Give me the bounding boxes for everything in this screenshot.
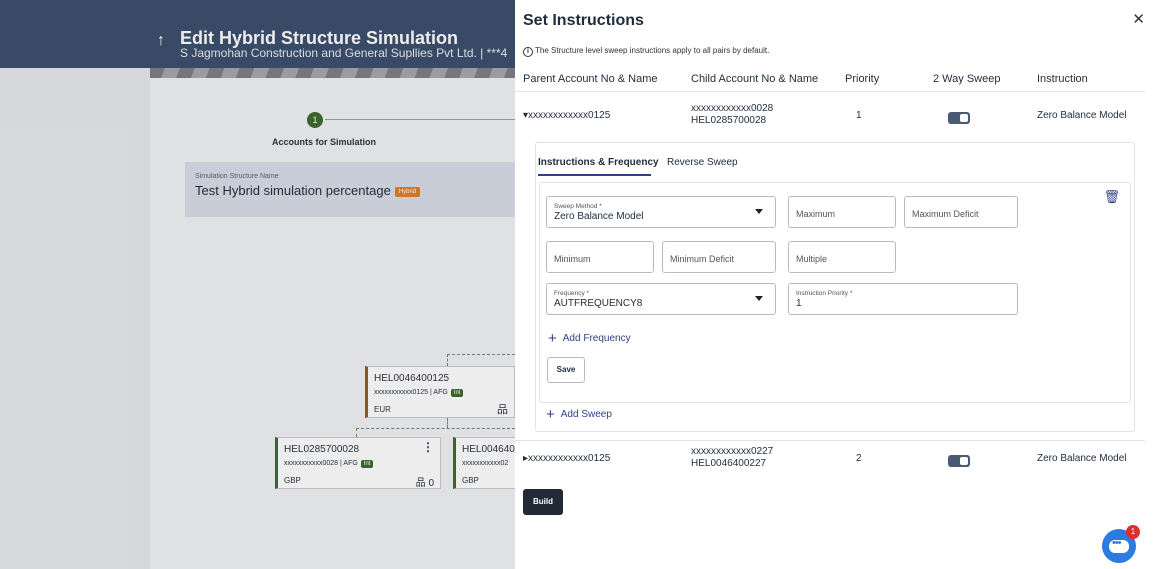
two-way-sweep-toggle[interactable] — [948, 112, 970, 124]
close-icon[interactable]: ✕ — [1132, 10, 1145, 28]
table-row[interactable]: ▸ xxxxxxxxxxxx0125 xxxxxxxxxxxx0227 HEL0… — [515, 440, 1145, 476]
chat-icon[interactable]: 1 — [1102, 525, 1140, 563]
info-message: i The Structure level sweep instructions … — [523, 46, 769, 57]
priority-value: 2 — [856, 453, 862, 464]
sweep-form: 🗑 Sweep Method * Zero Balance Model Maxi… — [539, 182, 1131, 403]
background-page: ↑ Edit Hybrid Structure Simulation S Jag… — [0, 0, 515, 569]
maximum-deficit-field[interactable]: Maximum Deficit — [904, 196, 1018, 228]
instruction-value: Zero Balance Model — [1037, 453, 1127, 464]
child-name: HEL0285700028 — [691, 115, 767, 126]
chevron-down-icon — [755, 296, 763, 301]
multiple-field[interactable]: Multiple — [788, 241, 896, 273]
info-icon: i — [523, 47, 533, 57]
expand-toggle[interactable]: ▾ xxxxxxxxxxxx0125 — [523, 110, 610, 121]
maximum-field[interactable]: Maximum — [788, 196, 896, 228]
two-way-sweep-toggle[interactable] — [948, 455, 970, 467]
set-instructions-panel: Set Instructions ✕ i The Structure level … — [515, 0, 1153, 569]
delete-icon[interactable]: 🗑 — [1103, 189, 1120, 205]
tab-instructions-frequency[interactable]: Instructions & Frequency — [538, 157, 659, 168]
child-name: HEL0046400227 — [691, 458, 767, 469]
add-frequency-button[interactable]: + Add Frequency — [548, 330, 631, 347]
table-header: Parent Account No & Name Child Account N… — [515, 68, 1145, 92]
modal-backdrop — [0, 0, 515, 569]
instruction-card: Instructions & Frequency Reverse Sweep 🗑… — [535, 142, 1135, 432]
priority-value: 1 — [856, 110, 862, 121]
minimum-field[interactable]: Minimum — [546, 241, 654, 273]
child-account: xxxxxxxxxxxx0028 — [691, 103, 774, 114]
add-sweep-button[interactable]: + Add Sweep — [546, 406, 612, 423]
child-account: xxxxxxxxxxxx0227 — [691, 446, 774, 457]
column-header: Child Account No & Name — [691, 73, 819, 85]
tab-reverse-sweep[interactable]: Reverse Sweep — [667, 157, 738, 168]
column-header: 2 Way Sweep — [933, 73, 1001, 85]
chat-bubble-icon — [1109, 537, 1129, 553]
column-header: Parent Account No & Name — [523, 73, 658, 85]
instruction-value: Zero Balance Model — [1037, 110, 1127, 121]
plus-icon: + — [546, 406, 555, 423]
plus-icon: + — [548, 330, 557, 347]
column-header: Instruction — [1037, 73, 1088, 85]
frequency-select[interactable]: Frequency * AUTFREQUENCY8 — [546, 283, 776, 315]
panel-title: Set Instructions — [523, 12, 644, 29]
active-tab-indicator — [538, 174, 651, 176]
build-button[interactable]: Build — [523, 489, 563, 515]
minimum-deficit-field[interactable]: Minimum Deficit — [662, 241, 776, 273]
expand-toggle[interactable]: ▸ xxxxxxxxxxxx0125 — [523, 453, 610, 464]
chevron-down-icon — [755, 209, 763, 214]
notification-badge: 1 — [1126, 525, 1140, 539]
save-button[interactable]: Save — [547, 357, 585, 383]
instruction-priority-field[interactable]: Instruction Priority * 1 — [788, 283, 1018, 315]
sweep-method-select[interactable]: Sweep Method * Zero Balance Model — [546, 196, 776, 228]
column-header: Priority — [845, 73, 880, 85]
table-row[interactable]: ▾ xxxxxxxxxxxx0125 xxxxxxxxxxxx0028 HEL0… — [515, 98, 1145, 134]
